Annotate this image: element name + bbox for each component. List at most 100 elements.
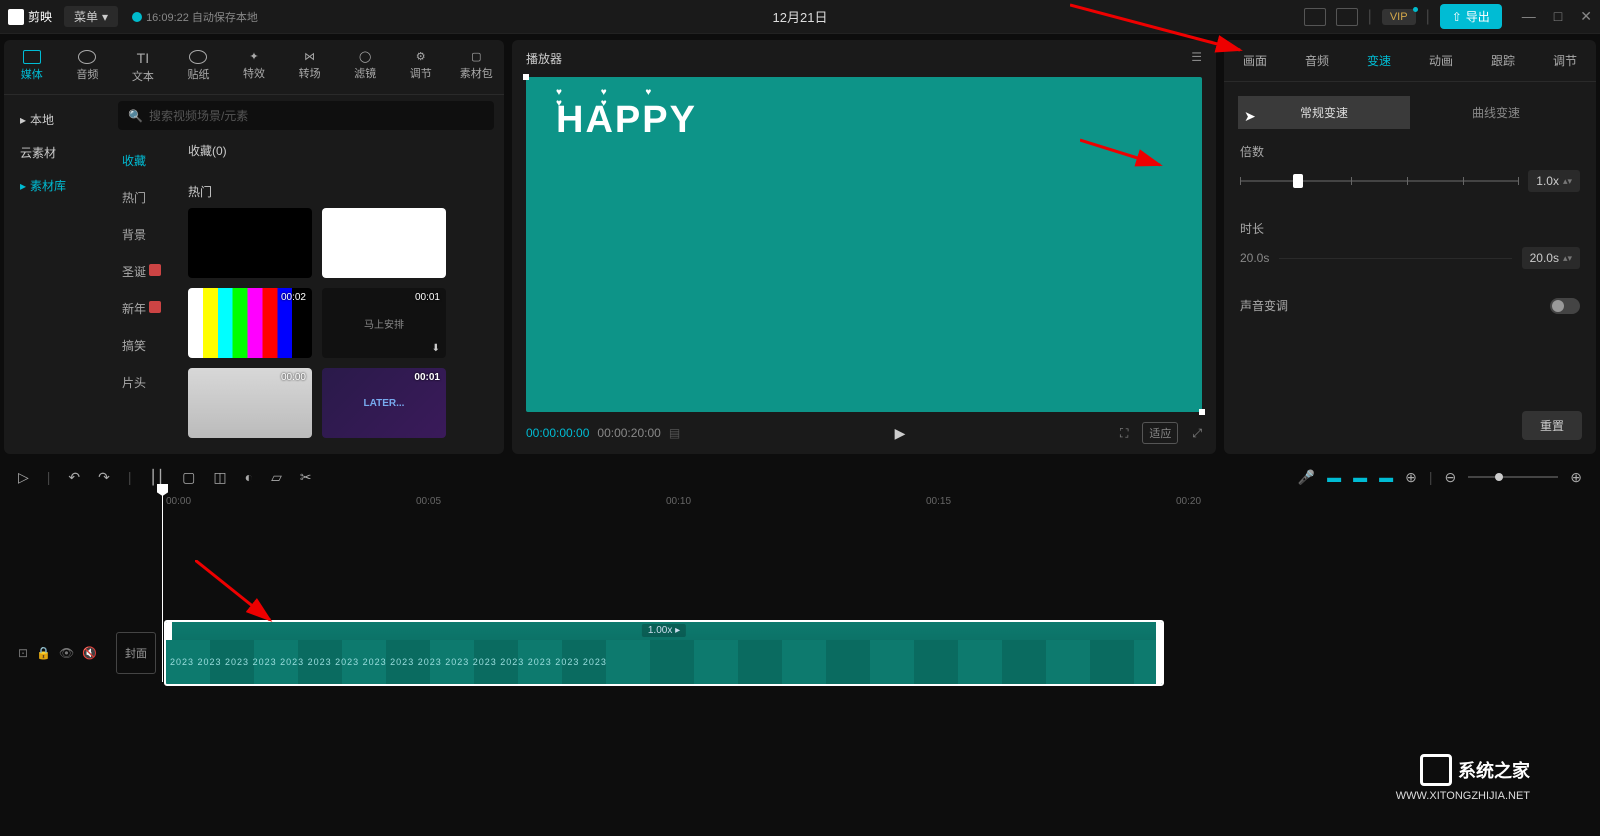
tab-adjust[interactable]: 调节 (1534, 40, 1596, 81)
tab-text[interactable]: TI文本 (115, 46, 171, 88)
thumb-item[interactable]: 00:00 (188, 368, 312, 438)
play-button[interactable]: ▶ (688, 425, 1112, 442)
properties-panel: 画面 音频 变速 动画 跟踪 调节 常规变速 曲线变速 倍数 (1224, 40, 1596, 454)
logo-icon (8, 9, 24, 25)
timeline-ruler[interactable]: 00:00 00:05 00:10 00:15 00:20 (166, 494, 1590, 514)
thumb-item[interactable] (188, 208, 312, 278)
tab-assets[interactable]: ▢素材包 (449, 46, 505, 88)
vip-badge[interactable]: VIP (1382, 9, 1416, 25)
pitch-label: 声音变调 (1240, 297, 1288, 314)
hearts-decoration: ♥ ♥ ♥ ♥ ♥ (556, 87, 697, 109)
tab-media[interactable]: 媒体 (4, 46, 60, 88)
thumb-item[interactable]: 00:01LATER... (322, 368, 446, 438)
overlay-text: ♥ ♥ ♥ ♥ ♥ HAPPY (556, 99, 697, 142)
link-icon[interactable]: ▬ (1353, 469, 1367, 485)
tab-effects[interactable]: ✦特效 (226, 46, 282, 88)
align-icon[interactable]: ⊕ (1405, 469, 1417, 486)
sub-bg[interactable]: 背景 (118, 216, 182, 253)
tool-3[interactable]: ◫ (213, 469, 226, 486)
lock-icon[interactable]: 🔒 (36, 646, 51, 660)
clip-handle-right[interactable] (1156, 622, 1164, 684)
mute-icon[interactable]: 🔇 (82, 646, 97, 660)
tab-sticker[interactable]: 贴纸 (171, 46, 227, 88)
maximize-button[interactable]: □ (1554, 8, 1562, 25)
tab-track[interactable]: 跟踪 (1472, 40, 1534, 81)
list-icon[interactable]: ▤ (669, 426, 680, 440)
stepper-icon[interactable]: ▴▾ (1563, 253, 1572, 264)
tab-animation[interactable]: 动画 (1410, 40, 1472, 81)
zoom-out[interactable]: ⊖ (1445, 469, 1457, 486)
sub-intro[interactable]: 片头 (118, 364, 182, 401)
mic-icon[interactable]: 🎤 (1298, 469, 1315, 486)
menu-button[interactable]: 菜单 ▾ (64, 6, 118, 27)
tool-4[interactable]: ◐ (245, 469, 253, 485)
reset-button[interactable]: 重置 (1522, 411, 1582, 440)
thumb-item[interactable]: 00:01马上安排⬇ (322, 288, 446, 358)
side-cloud[interactable]: 云素材 (4, 136, 108, 169)
speed-slider[interactable] (1240, 180, 1518, 182)
preview-icon[interactable]: ▬ (1379, 469, 1393, 485)
close-button[interactable]: ✕ (1580, 8, 1592, 25)
tab-audio[interactable]: 音频 (60, 46, 116, 88)
magnet-icon[interactable]: ▬ (1327, 469, 1341, 485)
track-controls: ⊡ 🔒 👁 🔇 (10, 646, 116, 660)
eye-icon[interactable]: 👁 (59, 646, 74, 660)
tool-5[interactable]: ▱ (271, 469, 282, 486)
download-icon[interactable]: ⬇ (432, 343, 440, 354)
sub-xmas[interactable]: 圣诞 (118, 253, 182, 290)
tab-picture[interactable]: 画面 (1224, 40, 1286, 81)
collapse-icon[interactable]: ⊡ (18, 646, 28, 660)
zoom-in[interactable]: ⊕ (1570, 469, 1582, 486)
tab-audio[interactable]: 音频 (1286, 40, 1348, 81)
redo-button[interactable]: ↷ (98, 469, 110, 486)
zoom-slider[interactable] (1468, 476, 1558, 478)
collection-label: 收藏(0) (188, 142, 494, 159)
thumb-item[interactable]: 00:02 (188, 288, 312, 358)
split-tool[interactable]: ⎮⎮ (150, 469, 165, 486)
fullscreen-icon[interactable]: ⛶ (1120, 426, 1128, 441)
side-local[interactable]: ▸本地 (4, 103, 108, 136)
media-tabs: 媒体 音频 TI文本 贴纸 ✦特效 ⋈转场 ◯滤镜 ⚙调节 ▢素材包 (4, 40, 504, 95)
tab-adjust[interactable]: ⚙调节 (393, 46, 449, 88)
select-tool[interactable]: ▷ (18, 469, 29, 486)
sub-hot[interactable]: 热门 (118, 179, 182, 216)
undo-button[interactable]: ↶ (68, 469, 80, 486)
player-menu-icon[interactable]: ☰ (1191, 50, 1202, 67)
search-input[interactable]: 🔍 搜索视频场景/元素 (118, 101, 494, 130)
player-viewport[interactable]: ♥ ♥ ♥ ♥ ♥ HAPPY (526, 77, 1202, 412)
watermark-icon (1420, 754, 1452, 786)
tab-filter[interactable]: ◯滤镜 (337, 46, 393, 88)
expand-icon[interactable]: ⤢ (1192, 426, 1202, 441)
sub-favorite[interactable]: 收藏 (118, 142, 182, 179)
minimize-button[interactable]: — (1522, 8, 1536, 25)
tab-speed[interactable]: 变速 (1348, 40, 1410, 81)
cover-button[interactable]: 封面 (116, 632, 156, 674)
speed-value[interactable]: 1.0x▴▾ (1528, 170, 1580, 192)
main-row: 媒体 音频 TI文本 贴纸 ✦特效 ⋈转场 ◯滤镜 ⚙调节 ▢素材包 ▸本地 云… (0, 34, 1600, 460)
slider-thumb[interactable] (1293, 174, 1303, 188)
video-clip[interactable]: 1.00x ▸ 2023 2023 2023 2023 2023 2023 20… (164, 620, 1164, 686)
filter-icon: ◯ (359, 50, 371, 63)
sub-funny[interactable]: 搞笑 (118, 327, 182, 364)
sub-newyear[interactable]: 新年 (118, 290, 182, 327)
duration-current: 20.0s (1240, 251, 1269, 265)
thumb-item[interactable] (322, 208, 446, 278)
ratio-button[interactable]: 适应 (1142, 422, 1178, 444)
layout-icon-2[interactable] (1336, 8, 1358, 26)
cursor-icon: ➤ (1244, 108, 1256, 125)
speed-normal[interactable]: 常规变速 (1238, 96, 1410, 129)
playhead[interactable] (162, 492, 163, 682)
speed-curve[interactable]: 曲线变速 (1410, 96, 1582, 129)
pitch-section: 声音变调 (1224, 283, 1596, 328)
delete-tool[interactable]: ▢ (182, 469, 195, 486)
tab-transition[interactable]: ⋈转场 (282, 46, 338, 88)
side-library[interactable]: ▸素材库 (4, 169, 108, 202)
export-button[interactable]: ⇧ 导出 (1440, 4, 1502, 29)
stepper-icon[interactable]: ▴▾ (1563, 176, 1572, 187)
layout-icon-1[interactable] (1304, 8, 1326, 26)
pitch-toggle[interactable] (1550, 298, 1580, 314)
search-icon: 🔍 (128, 109, 143, 123)
project-title[interactable]: 12月21日 (773, 7, 828, 26)
duration-value[interactable]: 20.0s▴▾ (1522, 247, 1580, 269)
crop-tool[interactable]: ✂ (300, 469, 312, 486)
